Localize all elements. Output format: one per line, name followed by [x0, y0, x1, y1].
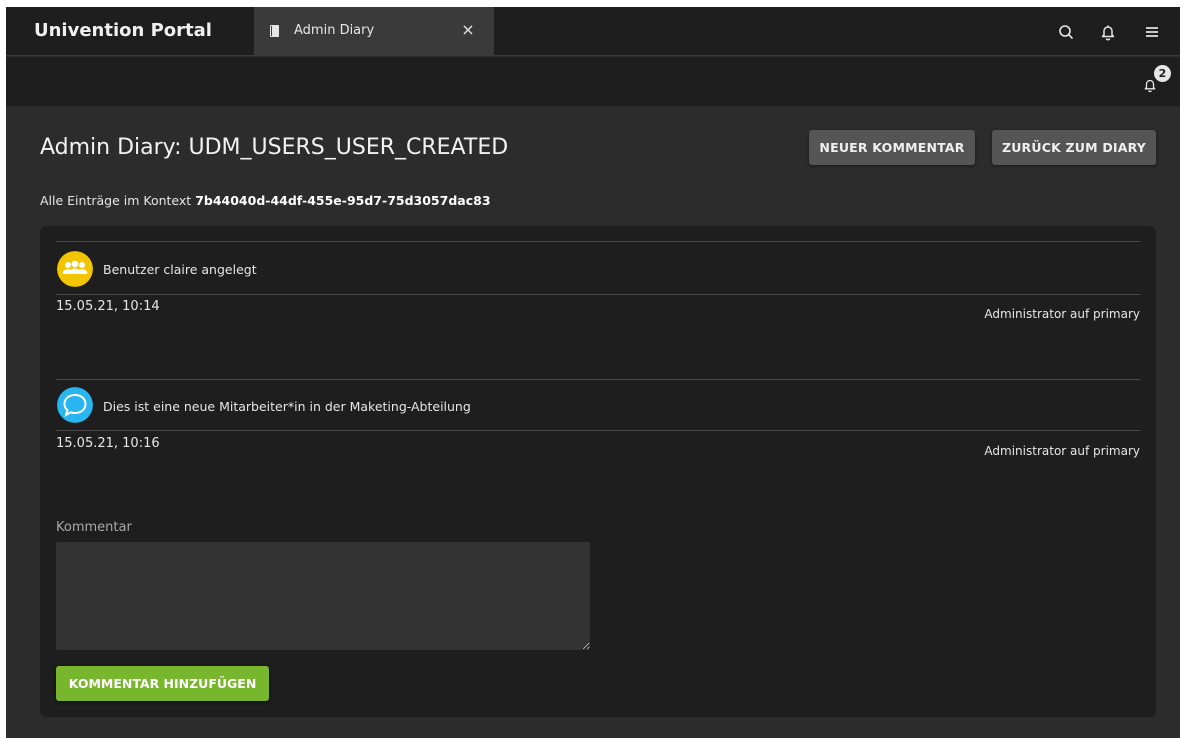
- divider: [56, 379, 1140, 380]
- page-title: Admin Diary: UDM_USERS_USER_CREATED: [40, 135, 509, 160]
- users-icon: [57, 251, 93, 287]
- add-comment-button[interactable]: KOMMENTAR HINZUFÜGEN: [56, 666, 269, 701]
- entry-author: Administrator auf primary: [984, 444, 1140, 458]
- notifications-button[interactable]: 2: [1142, 65, 1176, 95]
- comment-label: Kommentar: [56, 520, 132, 535]
- divider: [56, 241, 1140, 242]
- entry-date: 15.05.21, 10:16: [56, 436, 160, 451]
- context-id: 7b44040d-44df-455e-95d7-75d3057dac83: [195, 193, 491, 208]
- divider: [56, 294, 1140, 295]
- portal-window: Univention Portal Admin Diary × 2 Admin …: [6, 7, 1180, 738]
- notification-bar: 2: [6, 57, 1180, 106]
- back-to-diary-button[interactable]: ZURÜCK ZUM DIARY: [992, 130, 1156, 165]
- tab-admin-diary[interactable]: Admin Diary ×: [254, 7, 494, 56]
- top-bar: Univention Portal Admin Diary ×: [6, 7, 1180, 56]
- comment-textarea[interactable]: [56, 542, 590, 650]
- notification-count-badge: 2: [1154, 65, 1171, 82]
- menu-icon[interactable]: [1142, 22, 1162, 42]
- context-prefix: Alle Einträge im Kontext: [40, 193, 192, 208]
- context-line: Alle Einträge im Kontext 7b44040d-44df-4…: [40, 193, 491, 208]
- entry-message: Dies ist eine neue Mitarbeiter*in in der…: [103, 399, 471, 414]
- bell-icon[interactable]: [1098, 22, 1118, 42]
- tab-label: Admin Diary: [294, 23, 375, 38]
- close-icon[interactable]: ×: [460, 20, 476, 40]
- diary-entries-card: Benutzer claire angelegt 15.05.21, 10:14…: [40, 226, 1156, 717]
- portal-title[interactable]: Univention Portal: [34, 20, 212, 41]
- entry-message: Benutzer claire angelegt: [103, 262, 257, 277]
- diary-entry: Benutzer claire angelegt 15.05.21, 10:14…: [56, 241, 1140, 341]
- comment-icon: [57, 387, 93, 423]
- entry-author: Administrator auf primary: [984, 307, 1140, 321]
- divider: [56, 430, 1140, 431]
- book-icon: [270, 25, 279, 37]
- diary-entry: Dies ist eine neue Mitarbeiter*in in der…: [56, 379, 1140, 479]
- search-icon[interactable]: [1056, 22, 1076, 42]
- entry-date: 15.05.21, 10:14: [56, 299, 160, 314]
- new-comment-button[interactable]: NEUER KOMMENTAR: [809, 130, 975, 165]
